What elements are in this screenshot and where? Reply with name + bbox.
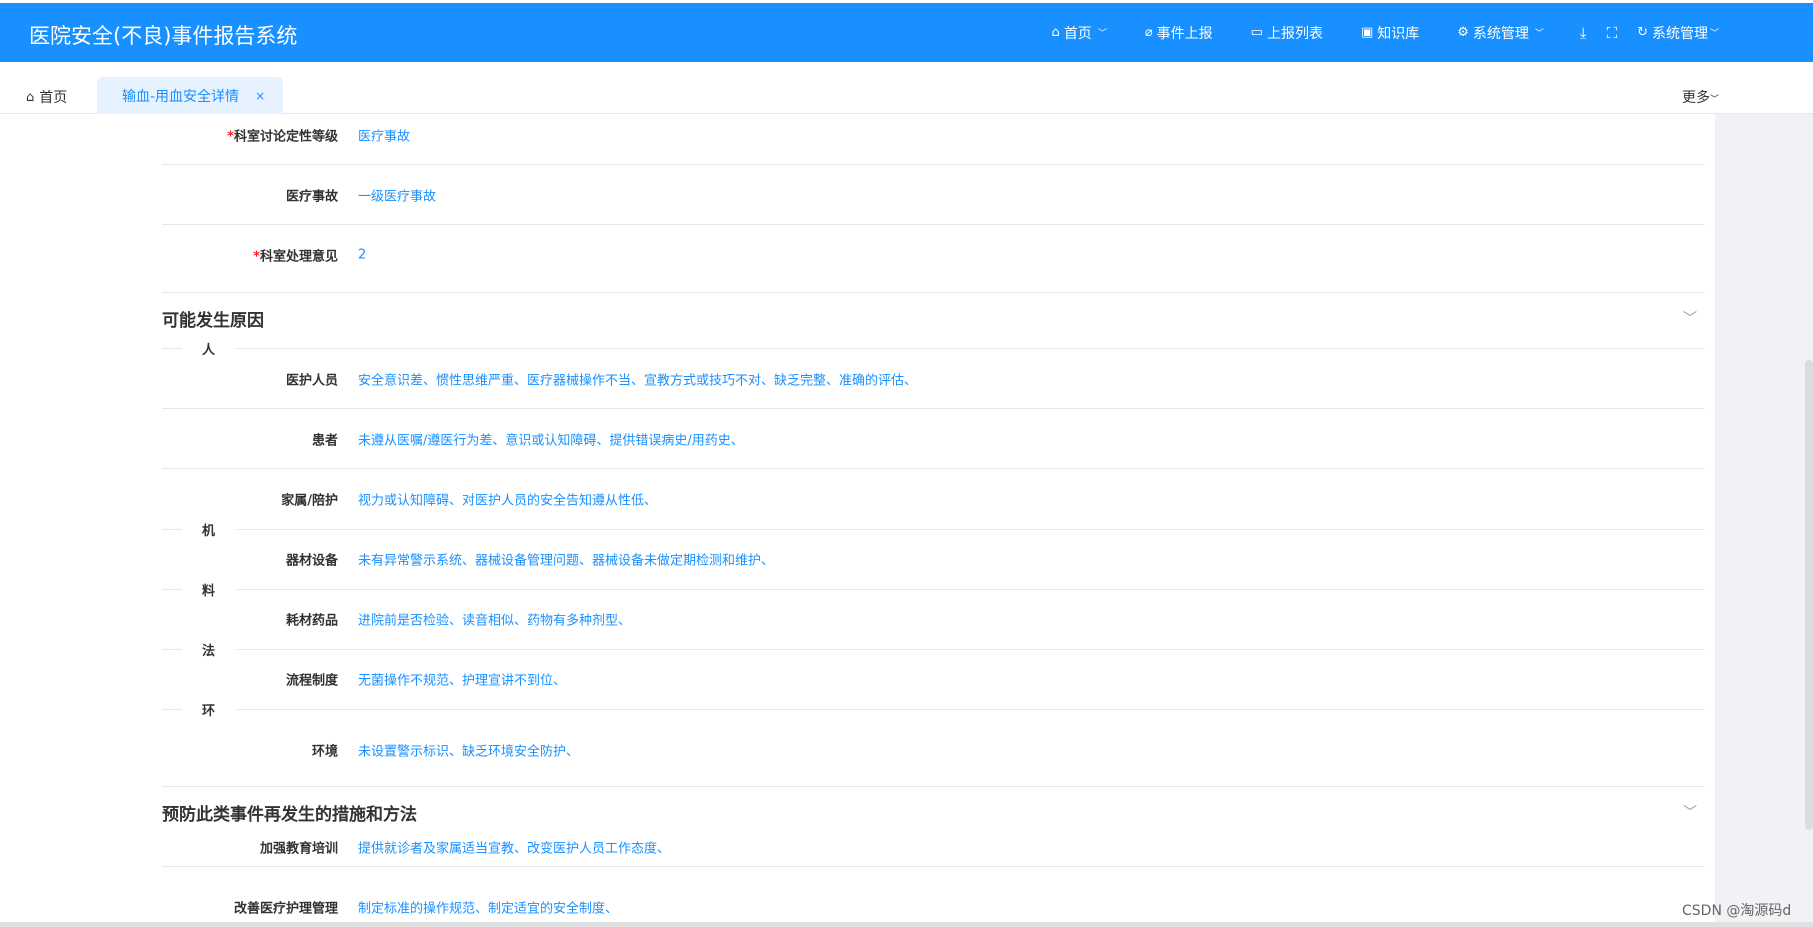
tab-more-button[interactable]: 更多﹀ — [1682, 87, 1719, 107]
nav-knowledge[interactable]: ▣ 知识库 — [1361, 23, 1419, 43]
field-label: *科室讨论定性等级 — [138, 125, 338, 144]
nav-report-list[interactable]: ▭ 上报列表 — [1251, 23, 1323, 43]
field-row-discussion-level: *科室讨论定性等级 医疗事故 — [162, 105, 1705, 165]
field-value: 未设置警示标识、缺乏环境安全防护、 — [358, 744, 580, 760]
nav-report-label: 事件上报 — [1156, 25, 1213, 42]
gear-icon: ⚙ — [1457, 25, 1469, 40]
prevention-row-training: 加强教育培训 提供就诊者及家属适当宣教、改变医护人员工作态度、 — [162, 837, 1705, 867]
tab-active-label: 输血-用血安全详情 — [122, 88, 240, 105]
prevention-row-management: 改善医疗护理管理 制定标准的操作规范、制定适宜的安全制度、 — [162, 867, 1705, 922]
cause-row-equipment: 器材设备 未有异常警示系统、器械设备管理问题、器械设备未做定期检测和维护、 — [162, 529, 1705, 589]
scrollbar[interactable] — [1805, 360, 1813, 830]
nav-system[interactable]: ⚙ 系统管理 ﹀ — [1457, 23, 1544, 43]
field-label: 流程制度 — [285, 673, 338, 689]
field-value: 安全意识差、惯性思维严重、医疗器械操作不当、宣教方式或技巧不对、缺乏完整、准确的… — [358, 373, 918, 388]
watermark: CSDN @淘源码d — [1682, 903, 1792, 919]
home-icon: ⌂ — [26, 89, 35, 105]
chevron-down-icon: ﹀ — [1709, 95, 1719, 105]
field-value: 医疗事故 — [358, 129, 411, 144]
monitor-icon: ▭ — [1250, 25, 1263, 40]
field-label: 耗材药品 — [285, 613, 338, 629]
field-label: 改善医疗护理管理 — [233, 901, 338, 917]
tab-home-label: 首页 — [39, 90, 68, 106]
nav-home[interactable]: ⌂ 首页 ﹀ — [1052, 23, 1107, 43]
field-label: *科室处理意见 — [138, 246, 338, 265]
cause-row-family: 家属/陪护 视力或认知障碍、对医护人员的安全告知遵从性低、 — [162, 469, 1705, 529]
chevron-down-icon[interactable]: ﹀ — [1683, 802, 1697, 822]
section-title-causes: 可能发生原因 — [162, 311, 264, 331]
field-label: 器材设备 — [285, 553, 338, 569]
home-icon: ⌂ — [1051, 25, 1060, 40]
right-gutter — [1715, 114, 1813, 922]
chevron-down-icon: ﹀ — [1534, 29, 1544, 39]
field-label-text: 医疗事故 — [285, 189, 338, 204]
close-icon[interactable]: × — [255, 89, 265, 103]
fullscreen-button[interactable]: ⛶ — [1607, 24, 1618, 42]
download-button[interactable]: ⤓ — [1580, 24, 1587, 42]
field-label-text: 科室讨论定性等级 — [233, 129, 338, 144]
app-title: 医院安全(不良)事件报告系统 — [29, 24, 298, 48]
cause-row-process: 流程制度 无菌操作不规范、护理宣讲不到位、 — [162, 649, 1705, 709]
tab-more-label: 更多 — [1681, 90, 1710, 106]
field-label: 医护人员 — [285, 373, 338, 388]
user-menu[interactable]: ↻ 系统管理 ﹀ — [1637, 23, 1719, 43]
nav-system-label: 系统管理 — [1472, 25, 1529, 42]
cause-row-environment: 环境 未设置警示标识、缺乏环境安全防护、 — [162, 709, 1705, 787]
top-header: 医院安全(不良)事件报告系统 ⌂ 首页 ﹀ ⌀ 事件上报 ▭ 上报列表 ▣ 知识… — [0, 3, 1813, 62]
field-value: 制定标准的操作规范、制定适宜的安全制度、 — [358, 901, 619, 917]
chevron-down-icon[interactable]: ﹀ — [1683, 308, 1697, 328]
field-label: 医疗事故 — [138, 185, 338, 204]
field-label: 家属/陪护 — [281, 493, 338, 509]
field-value: 未遵从医嘱/遵医行为差、意识或认知障碍、提供错误病史/用药史、 — [358, 433, 744, 448]
field-value: 一级医疗事故 — [358, 189, 437, 204]
download-icon: ⤓ — [1579, 23, 1587, 42]
chevron-down-icon: ﹀ — [1097, 29, 1107, 39]
top-nav: ⌂ 首页 ﹀ ⌀ 事件上报 ▭ 上报列表 ▣ 知识库 ⚙ 系统管理 ﹀ ⤓ ⛶ … — [1052, 3, 1719, 62]
field-label: 加强教育培训 — [259, 841, 338, 857]
required-mark: * — [227, 129, 234, 144]
user-menu-label: 系统管理 — [1651, 25, 1708, 42]
field-row-medical-accident: 医疗事故 一级医疗事故 — [162, 165, 1705, 225]
fullscreen-icon: ⛶ — [1606, 23, 1618, 42]
cause-row-patient: 患者 未遵从医嘱/遵医行为差、意识或认知障碍、提供错误病史/用药史、 — [162, 409, 1705, 469]
bottom-strip — [0, 922, 1813, 927]
field-label: 患者 — [311, 433, 338, 448]
chevron-down-icon: ﹀ — [1709, 29, 1719, 39]
refresh-icon: ↻ — [1637, 25, 1648, 40]
field-value: 进院前是否检验、读音相似、药物有多种剂型、 — [358, 613, 632, 629]
field-row-dept-opinion: *科室处理意见 2 — [162, 225, 1705, 293]
field-label-text: 科室处理意见 — [259, 249, 338, 265]
nav-home-label: 首页 — [1063, 25, 1092, 42]
tab-home[interactable]: ⌂ 首页 — [26, 87, 67, 107]
book-icon: ▣ — [1360, 25, 1374, 40]
field-value: 未有异常警示系统、器械设备管理问题、器械设备未做定期检测和维护、 — [358, 553, 775, 569]
section-title-prevention: 预防此类事件再发生的措施和方法 — [162, 805, 417, 825]
cause-row-consumables: 耗材药品 进院前是否检验、读音相似、药物有多种剂型、 — [162, 589, 1705, 649]
field-label: 环境 — [311, 744, 338, 760]
nav-knowledge-label: 知识库 — [1377, 25, 1420, 42]
field-value: 视力或认知障碍、对医护人员的安全告知遵从性低、 — [358, 493, 658, 509]
required-mark: * — [253, 249, 260, 265]
field-value: 2 — [358, 247, 367, 263]
nav-report[interactable]: ⌀ 事件上报 — [1145, 23, 1213, 43]
cause-row-medical-staff: 医护人员 安全意识差、惯性思维严重、医疗器械操作不当、宣教方式或技巧不对、缺乏完… — [162, 349, 1705, 409]
nav-report-list-label: 上报列表 — [1266, 25, 1323, 42]
paperclip-icon: ⌀ — [1144, 25, 1153, 40]
field-value: 提供就诊者及家属适当宣教、改变医护人员工作态度、 — [358, 841, 671, 857]
field-value: 无菌操作不规范、护理宣讲不到位、 — [358, 673, 567, 689]
